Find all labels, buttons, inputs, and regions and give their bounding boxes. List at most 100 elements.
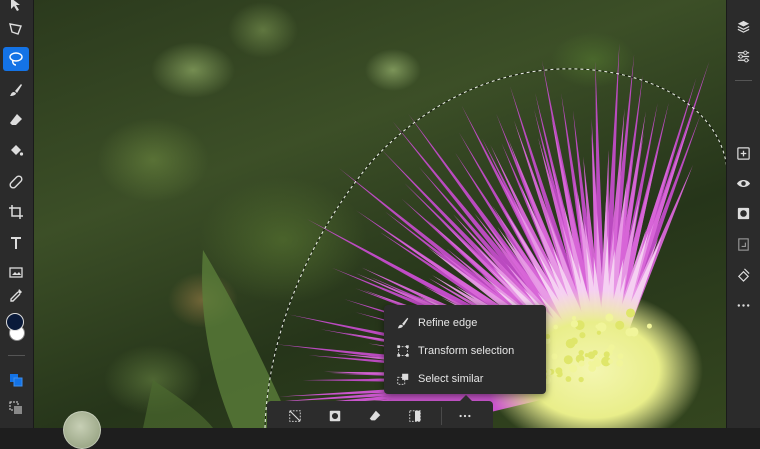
toolbar-divider — [8, 355, 25, 356]
fx-button[interactable] — [731, 262, 755, 286]
deselect-icon — [289, 410, 301, 422]
menu-item-transform-selection[interactable]: Transform selection — [384, 338, 546, 364]
stamen — [608, 359, 613, 364]
invert-selection-icon — [409, 410, 421, 422]
lasso-select-tool[interactable] — [3, 47, 29, 71]
selection-mode-add[interactable] — [3, 368, 29, 392]
eraser-tool[interactable] — [3, 108, 29, 132]
paint-bucket-tool[interactable] — [3, 139, 29, 163]
crop-icon — [9, 205, 23, 219]
canvas-thumbnail[interactable] — [63, 411, 101, 449]
menu-item-select-similar[interactable]: Select similar — [384, 366, 546, 392]
stamen — [571, 316, 577, 321]
stamen — [555, 367, 563, 375]
polygon-lasso-icon — [9, 23, 22, 35]
stamen — [596, 330, 602, 335]
layers-icon — [737, 20, 749, 33]
flower-photo — [143, 43, 727, 428]
clip-icon — [737, 237, 749, 251]
more-options-icon — [459, 414, 471, 418]
document-canvas[interactable] — [33, 0, 727, 428]
foreground-color-swatch[interactable] — [6, 313, 24, 331]
stamen — [608, 344, 615, 351]
menu-item-refine-edge[interactable]: Refine edge — [384, 310, 546, 336]
mask-selection-icon — [329, 410, 341, 422]
stamen — [570, 320, 579, 328]
invert-selection-button[interactable] — [405, 407, 425, 425]
stamen — [565, 376, 572, 382]
more-options-button[interactable] — [455, 407, 475, 425]
transform-selection-icon — [395, 343, 411, 359]
stamen — [584, 353, 589, 358]
taskbar-divider — [441, 407, 442, 425]
stamen — [553, 324, 559, 330]
stamen — [551, 353, 558, 360]
stamen — [598, 353, 604, 359]
stamen — [615, 320, 625, 330]
paint-bucket-icon — [11, 145, 24, 156]
erase-selection-icon — [369, 410, 381, 421]
right-toolbar — [726, 0, 760, 428]
stamen — [603, 351, 610, 358]
place-image-icon — [9, 267, 23, 278]
selection-context-menu: Refine edge Transform selection Select s… — [384, 305, 546, 394]
stamen — [579, 332, 586, 339]
type-tool[interactable] — [3, 231, 29, 255]
type-icon — [11, 237, 21, 249]
more-button[interactable] — [731, 293, 755, 317]
add-layer-button[interactable] — [731, 141, 755, 165]
stamen — [605, 313, 614, 322]
move-icon — [11, 0, 20, 11]
eyedropper-icon — [10, 289, 22, 302]
refine-edge-icon — [395, 315, 411, 331]
selection-add-icon — [10, 374, 23, 387]
polygon-lasso-tool[interactable] — [3, 17, 29, 41]
stamen — [563, 355, 573, 365]
deselect-button[interactable] — [285, 407, 305, 425]
mask-button[interactable] — [731, 201, 755, 225]
erase-selection-button[interactable] — [365, 407, 385, 425]
brush-tool[interactable] — [3, 78, 29, 102]
stamen — [593, 357, 600, 363]
mask-icon — [737, 207, 749, 219]
stamen — [565, 338, 576, 349]
stamen — [578, 376, 584, 383]
place-image-tool[interactable] — [3, 260, 29, 284]
stamen — [625, 308, 636, 318]
brush-icon — [10, 84, 22, 96]
healing-icon — [9, 175, 23, 189]
adjustments-icon — [737, 50, 749, 62]
menu-item-label: Select similar — [418, 373, 484, 385]
stamen — [596, 322, 607, 333]
menu-item-label: Refine edge — [418, 317, 478, 329]
left-toolbar — [0, 0, 34, 428]
toolbar-divider — [735, 80, 752, 81]
stamen — [617, 353, 624, 360]
selection-taskbar — [267, 401, 493, 428]
visibility-icon — [736, 179, 750, 187]
adjustments-button[interactable] — [731, 44, 755, 68]
stamen — [616, 359, 624, 367]
lasso-select-icon — [9, 52, 23, 66]
eyedropper-tool[interactable] — [3, 283, 29, 307]
fx-icon — [737, 267, 750, 282]
mask-selection-button[interactable] — [325, 407, 345, 425]
select-similar-icon — [395, 371, 411, 387]
healing-tool[interactable] — [3, 170, 29, 194]
menu-item-label: Transform selection — [418, 345, 515, 357]
layers-button[interactable] — [731, 14, 755, 38]
stamen — [646, 323, 652, 329]
move-tool[interactable] — [3, 0, 29, 16]
stamen — [578, 360, 585, 367]
selection-mode-subtract[interactable] — [3, 396, 29, 420]
stamen — [592, 349, 598, 356]
selection-subtract-icon — [9, 401, 22, 414]
eraser-icon — [10, 114, 22, 125]
stamen — [625, 328, 634, 337]
visibility-button[interactable] — [731, 171, 755, 195]
more-icon — [737, 303, 749, 307]
stamen — [571, 365, 577, 371]
clip-button[interactable] — [731, 232, 755, 256]
add-layer-icon — [736, 146, 750, 160]
crop-tool[interactable] — [3, 200, 29, 224]
